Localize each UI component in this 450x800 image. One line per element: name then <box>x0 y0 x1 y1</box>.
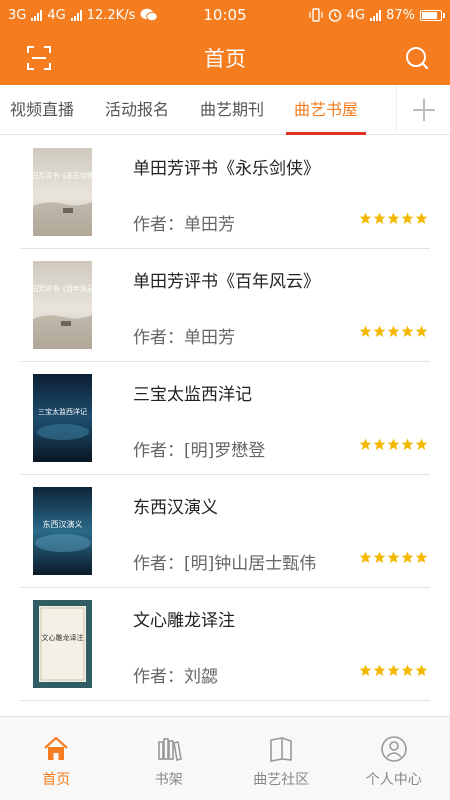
star-icon <box>401 325 414 338</box>
rating-stars <box>359 212 428 225</box>
star-icon <box>401 438 414 451</box>
book-list: 单田芳评书《永乐剑侠》 单田芳评书《永乐剑侠》 作者：单田芳 单田芳评书《百年风… <box>20 136 430 701</box>
star-icon <box>415 212 428 225</box>
nav-label: 个人中心 <box>365 772 422 788</box>
book-title: 单田芳评书《百年风云》 <box>133 272 320 292</box>
book-cover: 三宝太监西洋记 <box>33 374 92 462</box>
network-type-1: 3G <box>8 7 27 23</box>
rating-stars <box>359 438 428 451</box>
book-author: 作者：[明]罗懋登 <box>133 441 266 461</box>
status-left: 3G 4G 12.2K/s <box>8 7 159 23</box>
tab-book-house[interactable]: 曲艺书屋 <box>285 85 367 135</box>
plus-icon <box>412 99 435 121</box>
star-icon <box>401 664 414 677</box>
add-tab-button[interactable] <box>396 85 450 135</box>
star-icon <box>359 664 372 677</box>
book-cover: 文心雕龙译注 <box>33 600 92 688</box>
clock: 10:05 <box>203 6 247 24</box>
app-header: 首页 <box>0 30 450 85</box>
nav-label: 书架 <box>154 772 183 788</box>
bottom-nav: 首页 书架 曲艺社区 个人中心 <box>0 716 450 800</box>
community-icon <box>270 737 293 762</box>
star-icon <box>387 212 400 225</box>
vibrate-icon <box>309 8 323 22</box>
book-author: 作者：[明]钟山居士甄伟 <box>133 554 317 574</box>
network-type-2: 4G <box>47 7 66 23</box>
star-icon <box>359 438 372 451</box>
user-icon <box>380 736 407 762</box>
star-icon <box>415 438 428 451</box>
star-icon <box>401 551 414 564</box>
book-author: 作者：单田芳 <box>133 328 235 348</box>
book-author: 作者：刘勰 <box>133 667 218 687</box>
nav-community[interactable]: 曲艺社区 <box>225 717 338 800</box>
tab-periodicals[interactable]: 曲艺期刊 <box>200 85 264 135</box>
status-right: 4G 87% <box>309 7 445 23</box>
nav-label: 曲艺社区 <box>253 772 310 788</box>
star-icon <box>387 664 400 677</box>
star-icon <box>359 325 372 338</box>
wechat-icon <box>140 8 159 22</box>
bookshelf-icon <box>157 738 182 761</box>
signal-icon <box>70 9 82 21</box>
star-icon <box>359 212 372 225</box>
rating-stars <box>359 325 428 338</box>
book-title: 单田芳评书《永乐剑侠》 <box>133 159 320 179</box>
tab-video-live[interactable]: 视频直播 <box>10 85 74 135</box>
star-icon <box>359 551 372 564</box>
cover-title: 单田芳评书《百年风云》 <box>33 284 92 293</box>
tab-event-signup[interactable]: 活动报名 <box>105 85 169 135</box>
book-cover: 单田芳评书《百年风云》 <box>33 261 92 349</box>
signal-icon <box>31 9 43 21</box>
nav-home[interactable]: 首页 <box>0 717 113 800</box>
book-item[interactable]: 东西汉演义 东西汉演义 作者：[明]钟山居士甄伟 <box>20 475 430 588</box>
page-title: 首页 <box>204 46 246 71</box>
battery-percent: 87% <box>386 7 415 23</box>
star-icon <box>373 325 386 338</box>
book-item[interactable]: 单田芳评书《百年风云》 单田芳评书《百年风云》 作者：单田芳 <box>20 249 430 362</box>
nav-bookshelf[interactable]: 书架 <box>113 717 226 800</box>
battery-icon <box>420 9 445 21</box>
book-title: 三宝太监西洋记 <box>133 385 252 405</box>
book-title: 文心雕龙译注 <box>133 611 235 631</box>
star-icon <box>387 551 400 564</box>
status-bar: 3G 4G 12.2K/s 10:05 4G 87% <box>0 0 450 30</box>
star-icon <box>415 551 428 564</box>
cover-title: 单田芳评书《永乐剑侠》 <box>33 171 92 180</box>
category-tabs: 视频直播 活动报名 曲艺期刊 曲艺书屋 <box>0 85 450 135</box>
scan-icon[interactable] <box>27 46 51 70</box>
rating-stars <box>359 551 428 564</box>
search-icon[interactable] <box>404 45 430 71</box>
network-speed: 12.2K/s <box>86 7 136 23</box>
star-icon <box>401 212 414 225</box>
home-icon <box>44 736 68 760</box>
book-item[interactable]: 单田芳评书《永乐剑侠》 单田芳评书《永乐剑侠》 作者：单田芳 <box>20 136 430 249</box>
nav-profile[interactable]: 个人中心 <box>338 717 450 800</box>
star-icon <box>373 212 386 225</box>
star-icon <box>415 664 428 677</box>
book-item[interactable]: 文心雕龙译注 文心雕龙译注 作者：刘勰 <box>20 588 430 701</box>
signal-icon <box>370 9 382 21</box>
rating-stars <box>359 664 428 677</box>
nav-label: 首页 <box>42 772 71 788</box>
book-cover: 单田芳评书《永乐剑侠》 <box>33 148 92 236</box>
network-type-3: 4G <box>346 7 366 23</box>
cover-title: 东西汉演义 <box>43 519 83 529</box>
cover-title: 三宝太监西洋记 <box>38 407 87 416</box>
book-item[interactable]: 三宝太监西洋记 三宝太监西洋记 作者：[明]罗懋登 <box>20 362 430 475</box>
alarm-icon <box>328 9 341 22</box>
star-icon <box>373 438 386 451</box>
star-icon <box>415 325 428 338</box>
star-icon <box>373 551 386 564</box>
star-icon <box>387 325 400 338</box>
star-icon <box>387 438 400 451</box>
book-author: 作者：单田芳 <box>133 215 235 235</box>
cover-title: 文心雕龙译注 <box>42 633 84 642</box>
book-cover: 东西汉演义 <box>33 487 92 575</box>
star-icon <box>373 664 386 677</box>
book-title: 东西汉演义 <box>133 498 218 518</box>
